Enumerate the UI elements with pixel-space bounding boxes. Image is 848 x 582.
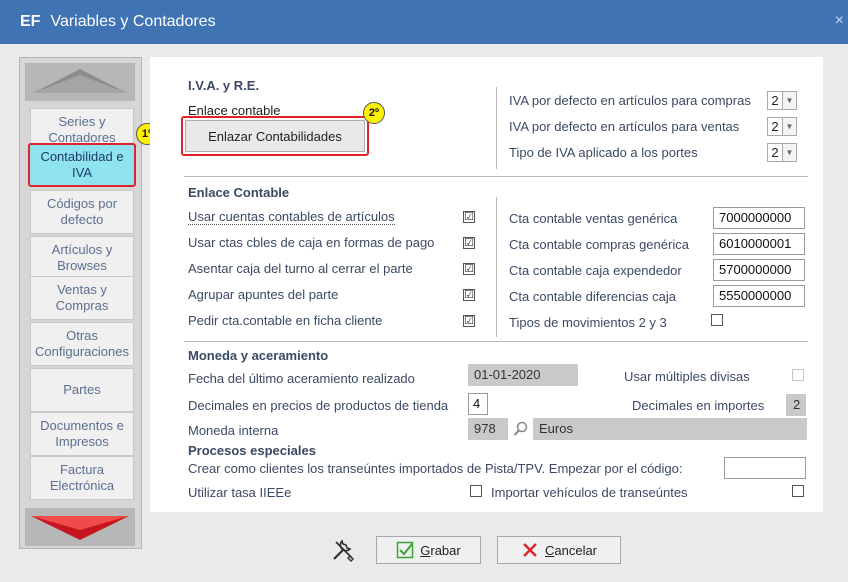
iva-compras-select[interactable]: 2 ▼ (767, 91, 797, 110)
sidebar-item-factura[interactable]: Factura Electrónica (30, 456, 134, 500)
enlazar-contabilidades-button[interactable]: Enlazar Contabilidades (185, 120, 365, 152)
iva-section-title: I.V.A. y R.E. (188, 78, 260, 93)
account-label: Cta contable diferencias caja (509, 289, 676, 304)
divisas-label: Usar múltiples divisas (624, 369, 750, 384)
decimales-importes-label: Decimales en importes (632, 398, 765, 413)
chevron-down-icon: ▼ (782, 92, 796, 109)
enlace-divider (496, 197, 497, 337)
option-checkbox[interactable]: ☑ (463, 237, 475, 249)
option-checkbox[interactable]: ☑ (463, 289, 475, 301)
option-label: Usar ctas cbles de caja en formas de pag… (188, 235, 435, 250)
app-logo: EF (20, 13, 41, 30)
step-2-badge: 2º (363, 102, 385, 124)
sidebar-item-otras[interactable]: Otras Configuraciones (30, 322, 134, 366)
iva-compras-label: IVA por defecto en artículos para compra… (509, 93, 751, 108)
sidebar-item-articulos[interactable]: Artículos y Browses (30, 236, 134, 280)
iva-portes-select[interactable]: 2 ▼ (767, 143, 797, 162)
crear-clientes-code-input[interactable] (724, 457, 806, 479)
tipos-movimientos-checkbox[interactable] (711, 314, 723, 326)
enlace-section-title: Enlace Contable (188, 185, 290, 200)
importar-vehiculos-checkbox[interactable] (792, 485, 804, 497)
account-field[interactable]: 5700000000 (713, 259, 805, 281)
decimales-importes-field: 2 (786, 394, 806, 416)
tools-icon[interactable] (330, 537, 356, 563)
importar-vehiculos-label: Importar vehículos de transeúntes (491, 485, 688, 500)
procesos-section-title: Procesos especiales (188, 443, 316, 458)
sidebar-item-ventas[interactable]: Ventas y Compras (30, 276, 134, 320)
chevron-down-icon: ▼ (782, 144, 796, 161)
crear-clientes-label: Crear como clientes los transeúntes impo… (188, 461, 683, 476)
iva-ventas-label: IVA por defecto en artículos para ventas (509, 119, 740, 134)
moneda-code-field: 978 (468, 418, 508, 440)
moneda-interna-label: Moneda interna (188, 423, 279, 438)
account-field[interactable]: 6010000001 (713, 233, 805, 255)
tasa-checkbox[interactable] (470, 485, 482, 497)
scroll-up-arrow-icon[interactable] (25, 63, 135, 101)
iva-portes-label: Tipo de IVA aplicado a los portes (509, 145, 698, 160)
section-divider (184, 176, 808, 177)
sidebar: Series y Contadores Contabilidad e IVA C… (19, 57, 142, 549)
decimales-precios-field[interactable]: 4 (468, 393, 488, 415)
scroll-down-arrow-icon[interactable] (25, 508, 135, 546)
close-icon[interactable]: × (835, 12, 844, 30)
content-panel: I.V.A. y R.E. Enlace contable Enlazar Co… (150, 57, 823, 512)
account-label: Cta contable caja expendedor (509, 263, 682, 278)
tasa-label: Utilizar tasa IIEEe (188, 485, 292, 500)
check-icon (397, 541, 414, 559)
window-title: Variables y Contadores (50, 13, 216, 30)
option-checkbox[interactable]: ☑ (463, 315, 475, 327)
moneda-name-field: Euros (533, 418, 807, 440)
option-label: Pedir cta.contable en ficha cliente (188, 313, 383, 328)
iva-ventas-select[interactable]: 2 ▼ (767, 117, 797, 136)
account-label: Cta contable compras genérica (509, 237, 689, 252)
chevron-down-icon: ▼ (782, 118, 796, 135)
grabar-button[interactable]: Grabar (376, 536, 481, 564)
option-label: Usar cuentas contables de artículos (188, 209, 395, 225)
account-field[interactable]: 7000000000 (713, 207, 805, 229)
fecha-field: 01-01-2020 (468, 364, 578, 386)
fecha-label: Fecha del último aceramiento realizado (188, 371, 415, 386)
decimales-precios-label: Decimales en precios de productos de tie… (188, 398, 449, 413)
account-label: Cta contable ventas genérica (509, 211, 678, 226)
close-x-icon (523, 543, 537, 557)
search-icon[interactable] (512, 420, 530, 438)
sidebar-item-codigos[interactable]: Códigos por defecto (30, 190, 134, 234)
account-field[interactable]: 5550000000 (713, 285, 805, 307)
option-label: Agrupar apuntes del parte (188, 287, 339, 302)
iva-divider (496, 87, 497, 169)
sidebar-item-documentos[interactable]: Documentos e Impresos (30, 412, 134, 456)
title-bar: EF Variables y Contadores × (0, 0, 848, 44)
sidebar-item-partes[interactable]: Partes (30, 368, 134, 412)
option-label: Asentar caja del turno al cerrar el part… (188, 261, 413, 276)
cancelar-button[interactable]: Cancelar (497, 536, 621, 564)
tipos-movimientos-label: Tipos de movimientos 2 y 3 (509, 315, 667, 330)
option-checkbox[interactable]: ☑ (463, 211, 475, 223)
sidebar-item-contabilidad[interactable]: Contabilidad e IVA (28, 143, 136, 187)
divisas-checkbox[interactable] (792, 369, 804, 381)
moneda-section-title: Moneda y aceramiento (188, 348, 329, 363)
section-divider (184, 341, 808, 342)
option-checkbox[interactable]: ☑ (463, 263, 475, 275)
